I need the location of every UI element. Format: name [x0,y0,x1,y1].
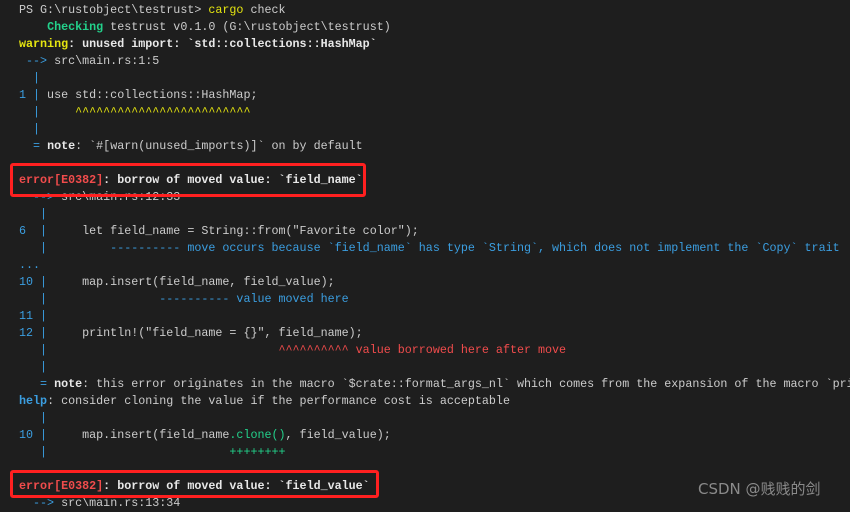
terminal-text-segment: testrust v0.1.0 (G:\rustobject\testrust) [103,20,391,34]
terminal-line: ... [19,257,850,274]
terminal-line: | ^^^^^^^^^^^^^^^^^^^^^^^^^ [19,104,850,121]
terminal-line: | [19,121,850,138]
terminal-text-segment: 6 | [19,224,48,238]
terminal-text-segment: PS G:\rustobject\testrust> [19,3,209,17]
terminal-line: | ^^^^^^^^^^ value borrowed here after m… [19,342,850,359]
terminal-line: Checking testrust v0.1.0 (G:\rustobject\… [19,19,850,36]
terminal-text-segment: map.insert(field_name [47,428,230,442]
terminal-text-segment: ^^^^^^^^^^^^^^^^^^^^^^^^^ [40,105,251,119]
terminal-line: | [19,359,850,376]
terminal-text-segment: ---------- move occurs because `field_na… [47,241,840,255]
error-highlight-box-1 [10,163,366,197]
terminal-text-segment: .clone() [229,428,286,442]
terminal-text-segment: let field_name = String::from("Favorite … [47,224,419,238]
terminal-text-segment: | [19,105,41,119]
terminal-line: PS G:\rustobject\testrust> cargo check [19,2,850,19]
terminal-text-segment: note [54,377,83,391]
terminal-line: | ---------- move occurs because `field_… [19,240,850,257]
terminal-text-segment: 1 | [19,88,41,102]
terminal-text-segment: : `#[warn(unused_imports)]` on by defaul… [75,139,363,153]
terminal-text-segment: | [19,445,48,459]
terminal-text-segment: = [19,139,48,153]
error-highlight-box-2 [10,470,379,498]
terminal-text-segment: | [19,241,48,255]
terminal-text-segment: --> [19,496,62,510]
terminal-text-segment: Checking [47,20,104,34]
terminal-text-segment: ^^^^^^^^^^ value borrowed here after mov… [47,343,567,357]
terminal-line: = note: this error originates in the mac… [19,376,850,393]
terminal-text-segment: | [19,122,41,136]
terminal-text-segment: | [19,71,41,85]
terminal-text-segment: src\main.rs:13:34 [61,496,181,510]
terminal-line: = note: `#[warn(unused_imports)]` on by … [19,138,850,155]
terminal-text-segment: : consider cloning the value if the perf… [47,394,510,408]
terminal-text-segment: use std::collections::HashMap; [40,88,258,102]
terminal-text-segment: : this error originates in the macro `$c… [82,377,850,391]
terminal-output: PS G:\rustobject\testrust> cargo check C… [19,2,850,512]
terminal-text-segment: 10 | [19,428,48,442]
terminal-text-segment: ++++++++ [47,445,286,459]
terminal-text-segment: : unused import: `std::collections::Hash… [68,37,377,51]
terminal-text-segment: warning [19,37,69,51]
terminal-text-segment: | [19,343,48,357]
terminal-text-segment: 10 | [19,275,48,289]
terminal-text-segment: | [19,292,48,306]
terminal-line: | ++++++++ [19,444,850,461]
terminal-line: 6 | let field_name = String::from("Favor… [19,223,850,240]
terminal-line: | [19,206,850,223]
terminal-line: 10 | map.insert(field_name.clone(), fiel… [19,427,850,444]
terminal-text-segment: = [19,377,55,391]
terminal-line: warning: unused import: `std::collection… [19,36,850,53]
terminal-text-segment: check [243,3,286,17]
terminal-text-segment: src\main.rs:1:5 [54,54,160,68]
terminal-text-segment: --> [19,54,55,68]
terminal-line: 10 | map.insert(field_name, field_value)… [19,274,850,291]
watermark: CSDN @贱贱的剑 [698,480,821,498]
terminal-text-segment: println!("field_name = {}", field_name); [47,326,363,340]
terminal-text-segment: ... [19,258,41,272]
terminal-line: | ---------- value moved here [19,291,850,308]
terminal-line: 11 | [19,308,850,325]
terminal-text-segment: cargo [208,3,244,17]
terminal-text-segment: note [47,139,76,153]
terminal-line: 1 | use std::collections::HashMap; [19,87,850,104]
terminal-text-segment: | [19,207,48,221]
terminal-line: --> src\main.rs:1:5 [19,53,850,70]
terminal-line: | [19,410,850,427]
terminal-line: help: consider cloning the value if the … [19,393,850,410]
terminal-line: | [19,70,850,87]
terminal-text-segment: help [19,394,48,408]
terminal-text-segment: map.insert(field_name, field_value); [47,275,335,289]
terminal-text-segment: 11 | [19,309,48,323]
terminal-text-segment: ---------- value moved here [47,292,349,306]
terminal-text-segment: | [19,411,48,425]
terminal-text-segment: 12 | [19,326,48,340]
terminal-text-segment: , field_value); [285,428,391,442]
terminal-line: 12 | println!("field_name = {}", field_n… [19,325,850,342]
terminal-text-segment: | [19,360,48,374]
